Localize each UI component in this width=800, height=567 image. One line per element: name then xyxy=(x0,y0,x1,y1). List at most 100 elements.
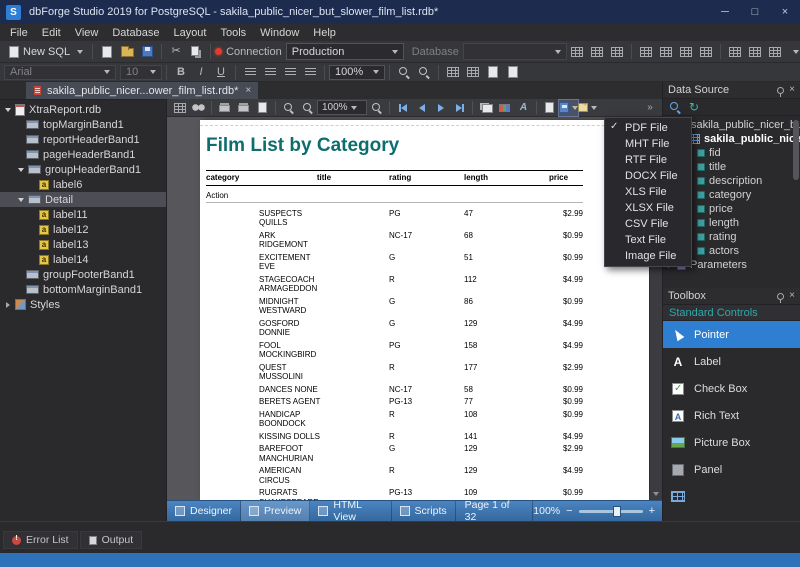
expand-icon[interactable] xyxy=(6,302,10,308)
output-tab[interactable]: Output xyxy=(80,531,143,549)
cut-button[interactable]: ✂ xyxy=(166,43,186,60)
toolbar-overflow-button[interactable]: » xyxy=(640,100,659,116)
page-color-button[interactable] xyxy=(495,100,514,116)
toolbox-section-header[interactable]: Standard Controls xyxy=(663,305,800,321)
hand-tool-button[interactable] xyxy=(279,100,298,116)
zoom-in-button[interactable] xyxy=(394,64,414,81)
page-setup-button[interactable] xyxy=(253,100,272,116)
refresh-icon[interactable]: ↻ xyxy=(689,101,699,113)
last-page-button[interactable] xyxy=(450,100,469,116)
table-tool-button[interactable] xyxy=(765,43,785,60)
menu-layout[interactable]: Layout xyxy=(166,26,213,40)
tree-node-xtrareport-rdb[interactable]: XtraReport.rdb xyxy=(0,102,166,117)
watermark-button[interactable]: A xyxy=(514,100,533,116)
document-tab[interactable]: sakila_public_nicer...ower_film_list.rdb… xyxy=(26,82,258,99)
zoom-in-button[interactable] xyxy=(367,100,386,116)
menu-tools[interactable]: Tools xyxy=(213,26,253,40)
tree-node-label14[interactable]: label14 xyxy=(0,252,166,267)
close-button[interactable]: × xyxy=(770,0,800,24)
scrollbar-thumb[interactable] xyxy=(793,120,799,180)
tree-node-groupfooterband1[interactable]: groupFooterBand1 xyxy=(0,267,166,282)
toolbar-overflow-button[interactable] xyxy=(785,43,800,60)
next-page-button[interactable] xyxy=(431,100,450,116)
zoom-slider[interactable] xyxy=(579,510,643,513)
export-option-mht-file[interactable]: MHT File xyxy=(605,136,691,152)
fit-page-button[interactable] xyxy=(443,64,463,81)
menu-edit[interactable]: Edit xyxy=(35,26,68,40)
tree-node-bottommarginband1[interactable]: bottomMarginBand1 xyxy=(0,282,166,297)
align-right-button[interactable] xyxy=(280,64,300,81)
export-option-rtf-file[interactable]: RTF File xyxy=(605,152,691,168)
table-tool-button[interactable] xyxy=(587,43,607,60)
tree-node-groupheaderband1[interactable]: groupHeaderBand1 xyxy=(0,162,166,177)
tree-node-label11[interactable]: label11 xyxy=(0,207,166,222)
send-email-button[interactable] xyxy=(578,100,597,116)
align-left-button[interactable] xyxy=(240,64,260,81)
tree-node-styles[interactable]: Styles xyxy=(0,297,166,312)
scroll-down-icon[interactable] xyxy=(650,487,662,500)
search-icon[interactable] xyxy=(669,101,681,113)
export-document-button[interactable] xyxy=(540,100,559,116)
tree-node-label12[interactable]: label12 xyxy=(0,222,166,237)
bold-button[interactable]: B xyxy=(171,64,191,81)
table-tool-button[interactable] xyxy=(676,43,696,60)
zoom-slider-thumb[interactable] xyxy=(613,506,621,517)
maximize-button[interactable]: □ xyxy=(740,0,770,24)
zoom-out-icon[interactable]: − xyxy=(566,506,572,517)
table-tool-button[interactable] xyxy=(745,43,765,60)
tree-node-label6[interactable]: label6 xyxy=(0,177,166,192)
export-option-text-file[interactable]: Text File xyxy=(605,232,691,248)
new-file-button[interactable] xyxy=(97,43,117,60)
view-tab-html-view[interactable]: HTML View xyxy=(310,501,391,521)
tree-node-label13[interactable]: label13 xyxy=(0,237,166,252)
toolbox-item-picture-box[interactable]: Picture Box xyxy=(663,429,800,456)
first-page-button[interactable] xyxy=(393,100,412,116)
export-option-image-file[interactable]: Image File xyxy=(605,248,691,264)
zoom-out-button[interactable] xyxy=(298,100,317,116)
copy-button[interactable] xyxy=(186,43,206,60)
export-option-xlsx-file[interactable]: XLSX File xyxy=(605,200,691,216)
tab-close-icon[interactable]: × xyxy=(245,85,251,96)
tree-node-pageheaderband1[interactable]: pageHeaderBand1 xyxy=(0,147,166,162)
view-tab-preview[interactable]: Preview xyxy=(241,501,310,521)
page-view-button[interactable] xyxy=(483,64,503,81)
table-tool-button[interactable] xyxy=(725,43,745,60)
menu-file[interactable]: File xyxy=(3,26,35,40)
export-option-docx-file[interactable]: DOCX File xyxy=(605,168,691,184)
menu-view[interactable]: View xyxy=(68,26,106,40)
open-file-button[interactable] xyxy=(117,43,137,60)
underline-button[interactable]: U xyxy=(211,64,231,81)
toolbox-item-table[interactable] xyxy=(663,483,800,510)
page-layout-button[interactable] xyxy=(503,64,523,81)
quick-print-button[interactable] xyxy=(234,100,253,116)
close-icon[interactable]: × xyxy=(789,291,795,301)
prev-page-button[interactable] xyxy=(412,100,431,116)
table-tool-button[interactable] xyxy=(656,43,676,60)
view-tab-scripts[interactable]: Scripts xyxy=(392,501,456,521)
connection-select[interactable]: Production xyxy=(286,43,404,60)
export-option-csv-file[interactable]: CSV File xyxy=(605,216,691,232)
view-tab-designer[interactable]: Designer xyxy=(167,501,241,521)
italic-button[interactable]: I xyxy=(191,64,211,81)
tree-node-topmarginband1[interactable]: topMarginBand1 xyxy=(0,117,166,132)
pin-icon[interactable] xyxy=(777,293,784,300)
align-center-button[interactable] xyxy=(260,64,280,81)
menu-window[interactable]: Window xyxy=(253,26,306,40)
font-size-select[interactable]: 10 xyxy=(120,65,162,80)
table-tool-button[interactable] xyxy=(567,43,587,60)
table-tool-button[interactable] xyxy=(696,43,716,60)
search-button[interactable] xyxy=(189,100,208,116)
menu-help[interactable]: Help xyxy=(306,26,343,40)
collapse-icon[interactable] xyxy=(18,198,24,202)
toolbox-item-pointer[interactable]: Pointer xyxy=(663,321,800,348)
table-tool-button[interactable] xyxy=(607,43,627,60)
multi-page-view-button[interactable] xyxy=(476,100,495,116)
collapse-icon[interactable] xyxy=(18,168,24,172)
toolbox-item-check-box[interactable]: Check Box xyxy=(663,375,800,402)
collapse-icon[interactable] xyxy=(5,108,11,112)
pin-icon[interactable] xyxy=(777,87,784,94)
menu-database[interactable]: Database xyxy=(105,26,166,40)
new-sql-button[interactable]: New SQL xyxy=(4,46,88,58)
print-button[interactable] xyxy=(215,100,234,116)
toolbox-item-label[interactable]: Label xyxy=(663,348,800,375)
